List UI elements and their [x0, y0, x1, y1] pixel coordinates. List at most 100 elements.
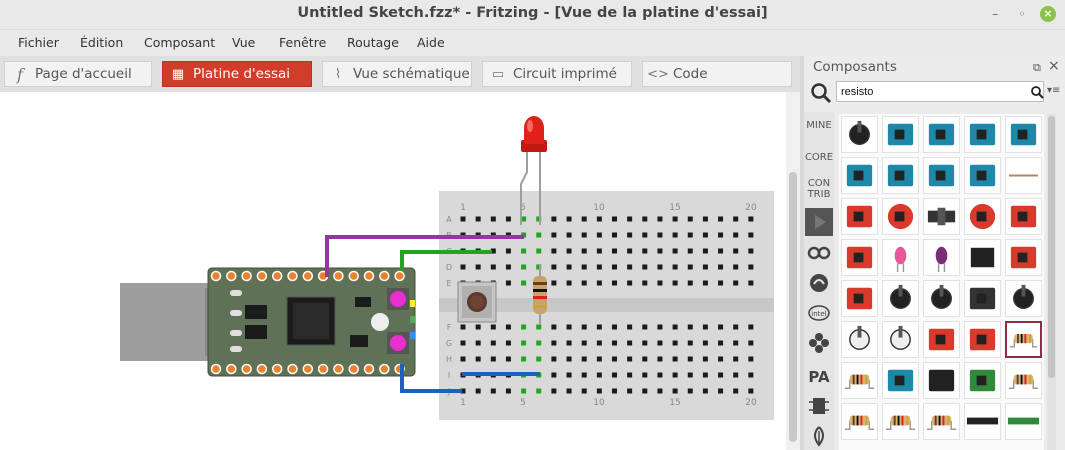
part-resistor[interactable] [923, 403, 960, 440]
col-number-bottom-15: 15 [669, 398, 680, 408]
part-black-knob[interactable] [1005, 280, 1042, 317]
bin-contrib[interactable]: CON TRIB [804, 178, 834, 200]
menu-fenetre[interactable]: Fenêtre [279, 35, 326, 50]
part-potentiometer[interactable] [841, 116, 878, 153]
part-arduino-blue[interactable] [964, 116, 1001, 153]
parts-scrollbar[interactable] [1047, 114, 1056, 450]
part-resistor[interactable] [1005, 321, 1042, 358]
parts-search-input[interactable] [836, 81, 1044, 102]
tab-label: Vue schématique [353, 66, 470, 82]
tab-schematic[interactable]: ⌇ Vue schématique [322, 61, 472, 87]
part-red-board[interactable] [923, 321, 960, 358]
menu-routage[interactable]: Routage [347, 35, 399, 50]
part-black-pot[interactable] [923, 280, 960, 317]
green-board-icon [969, 369, 996, 392]
menu-edition[interactable]: Édition [80, 35, 123, 50]
part-resistor[interactable] [882, 403, 919, 440]
part-green-strip[interactable] [1005, 403, 1042, 440]
part-resistor[interactable] [1005, 362, 1042, 399]
tab-code[interactable]: <> Code [642, 61, 792, 87]
part-white-knob[interactable] [882, 321, 919, 358]
part-red-board[interactable] [1005, 198, 1042, 235]
parts-scrollbar-thumb[interactable] [1048, 116, 1055, 378]
red-board-icon [846, 287, 873, 310]
bin-mine[interactable]: MINE [804, 120, 834, 131]
part-arduino-blue[interactable] [882, 362, 919, 399]
svg-text:PA: PA [808, 368, 830, 386]
part-arduino-blue[interactable] [923, 157, 960, 194]
part-arduino-blue[interactable] [841, 157, 878, 194]
part-arduino-blue[interactable] [882, 116, 919, 153]
snowflake-icon[interactable] [807, 332, 831, 354]
part-black-board[interactable] [923, 362, 960, 399]
part-red-relay[interactable] [1005, 239, 1042, 276]
arduino-blue-icon [969, 123, 996, 146]
black-pot-icon [890, 284, 911, 309]
minimize-button[interactable]: – [987, 6, 1003, 22]
black-board-icon [928, 369, 955, 392]
part-green-board[interactable] [964, 362, 1001, 399]
menu-vue[interactable]: Vue [232, 35, 255, 50]
part-purple-led[interactable] [923, 239, 960, 276]
part-resistor[interactable] [841, 403, 878, 440]
part-arduino-uno[interactable] [964, 157, 1001, 194]
black-pot-icon [931, 284, 952, 309]
red-round-sensor-icon [969, 203, 996, 230]
tab-accueil[interactable]: f Page d'accueil [4, 61, 152, 87]
part-resistor-small[interactable] [841, 362, 878, 399]
chip-icon[interactable] [807, 395, 831, 417]
push-button[interactable] [457, 281, 497, 323]
row-letter: H [446, 355, 452, 364]
part-red-round-board[interactable] [882, 198, 919, 235]
part-black-strip[interactable] [964, 403, 1001, 440]
breadboard-canvas[interactable]: 1 5 10 15 20 1 5 10 15 20 ABCDEFGHIJ [0, 92, 800, 450]
leaf-icon[interactable] [807, 425, 831, 447]
close-button[interactable]: × [1040, 6, 1056, 22]
schematic-icon: ⌇ [334, 66, 342, 82]
part-resistor-line[interactable] [1005, 157, 1042, 194]
maximize-button[interactable]: ◦ [1014, 6, 1030, 22]
menu-composant[interactable]: Composant [144, 35, 215, 50]
play-icon[interactable] [805, 208, 833, 236]
scrollbar-thumb[interactable] [789, 172, 797, 442]
intel-icon[interactable]: intel [807, 302, 831, 324]
magnifier-icon[interactable] [810, 82, 832, 104]
arduino-blue-icon [928, 164, 955, 187]
search-icon[interactable] [1030, 84, 1044, 99]
part-pink-led[interactable] [882, 239, 919, 276]
microcontroller-board[interactable] [207, 267, 416, 377]
part-arduino-blue[interactable] [882, 157, 919, 194]
part-red-board[interactable] [841, 280, 878, 317]
breadboard-icon: ▦ [171, 66, 185, 82]
seeed-icon[interactable] [807, 272, 831, 294]
part-white-knob[interactable] [841, 321, 878, 358]
part-arduino-blue[interactable] [923, 116, 960, 153]
red-board-icon [1010, 205, 1037, 228]
part-red-board[interactable] [841, 239, 878, 276]
part-m54-chip[interactable] [964, 239, 1001, 276]
svg-text:intel: intel [811, 310, 826, 318]
tab-pcb[interactable]: ▭ Circuit imprimé [482, 61, 632, 87]
usb-cable[interactable] [120, 283, 212, 361]
part-black-pot[interactable] [882, 280, 919, 317]
panel-close-button[interactable]: × [1048, 58, 1060, 74]
part-red-board[interactable] [964, 321, 1001, 358]
canvas-vertical-scrollbar[interactable] [786, 92, 800, 450]
part-arduino-blue[interactable] [1005, 116, 1042, 153]
arduino-infinity-icon[interactable] [807, 242, 831, 264]
part-red-round-sensor[interactable] [964, 198, 1001, 235]
bin-core[interactable]: CORE [804, 152, 834, 163]
red-board-icon [846, 246, 873, 269]
part-black-switch[interactable] [923, 198, 960, 235]
pa-icon[interactable]: PA [807, 365, 831, 387]
white-knob-icon [890, 325, 911, 350]
panel-float-button[interactable]: ⧉ [1033, 61, 1041, 75]
part-red-board[interactable] [841, 198, 878, 235]
menu-fichier[interactable]: Fichier [18, 35, 59, 50]
search-options-menu[interactable]: ▾≡ [1047, 85, 1060, 96]
part-black-box[interactable] [964, 280, 1001, 317]
menu-aide[interactable]: Aide [417, 35, 445, 50]
parts-grid [839, 114, 1044, 450]
col-number-top-10: 10 [593, 203, 605, 213]
tab-breadboard[interactable]: ▦ Platine d'essai [162, 61, 312, 87]
